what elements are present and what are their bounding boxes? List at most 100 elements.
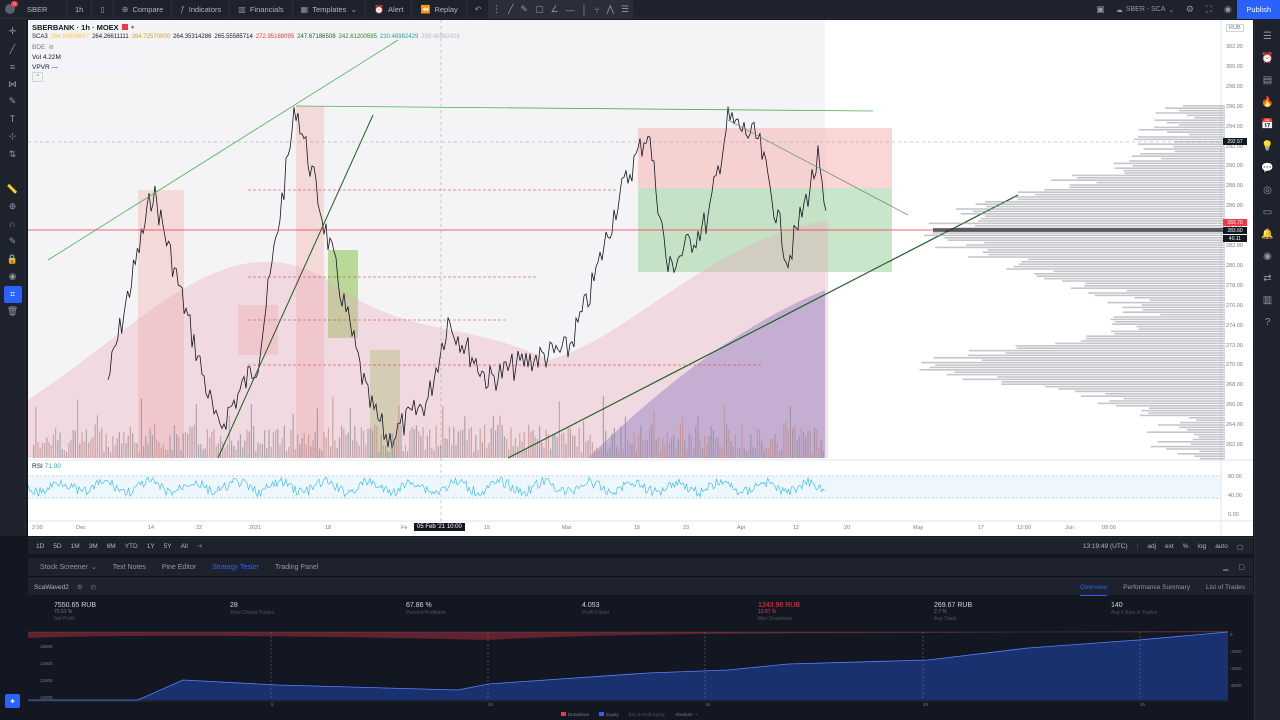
help-icon[interactable]: ? [1258,311,1278,333]
compare-button[interactable]: ⊕ Compare [114,0,173,19]
angle-icon[interactable]: ∠ [550,4,558,15]
eye-icon[interactable]: ◉ [4,268,22,286]
chart-type-button[interactable]: ▯ [92,0,114,19]
collapse-panel-icon[interactable]: ▁ [1223,563,1228,571]
dom-icon[interactable]: ▥ [1258,289,1278,311]
crosshair-tool-icon[interactable]: ✛ [4,23,22,41]
alerts-icon[interactable]: ⏰ [1258,47,1278,69]
tradingview-logo[interactable]: ✦ [5,694,20,708]
auto-toggle[interactable]: auto [1215,543,1228,550]
tab-stock-screener[interactable]: Stock Screener ⌄ [32,558,105,576]
absolute-select[interactable]: Absolute ⌄ [675,711,698,717]
ext-toggle[interactable]: ext [1165,543,1174,550]
data-window-icon[interactable]: ▤ [1258,69,1278,91]
fullscreen-button[interactable]: ⛶ [1199,0,1218,19]
line-tool-icon[interactable]: ╱ [508,4,513,15]
order-panel-icon[interactable]: ⇄ [1258,267,1278,289]
timeframe-5y[interactable]: 5Y [164,543,172,550]
drag-handle-icon[interactable]: ⋮ [492,4,501,15]
symbol-search-button[interactable]: SBER [19,0,67,19]
projection-tool-icon[interactable]: ⊹ [4,128,22,146]
brush-tool-icon[interactable]: ✎ [4,93,22,111]
trash-icon[interactable]: 🗑 [4,303,22,321]
utc-clock[interactable]: 13:19:49 (UTC) [1083,543,1128,550]
indicators-button[interactable]: ƒ Indicators [172,0,231,19]
snapshot-button[interactable]: ◉ [1218,0,1237,19]
equity-legend-item[interactable]: Equity [599,711,619,717]
magnet-tool-icon[interactable]: ∩ [4,216,22,234]
tab-strategy-tester[interactable]: Strategy Tester [204,558,267,576]
drawdown-legend[interactable]: Drawdown [561,711,589,717]
tab-list-of-trades[interactable]: List of Trades [1206,584,1245,591]
log-toggle[interactable]: log [1198,543,1207,550]
vpvr-row[interactable]: VPVR --- [32,62,132,72]
ruler-tool-icon[interactable]: 📏 [4,181,22,199]
equity-chart[interactable] [28,628,1253,720]
object-tree-icon[interactable]: ⌗ [3,285,22,303]
undo-button[interactable]: ↶ [467,0,491,19]
measure-tool-icon[interactable]: ⇅ [4,146,22,164]
lock-drawings-icon[interactable]: ✎ [4,233,22,251]
vertical-line-icon[interactable]: │ [582,5,588,15]
ideas-icon[interactable]: 💡 [1258,135,1278,157]
chat-icon[interactable]: 💬 [1258,157,1278,179]
alert-button[interactable]: ⏰ Alert [366,0,413,19]
pattern-tool-icon[interactable]: ⋈ [4,76,22,94]
fib-tool-icon[interactable]: ≡ [4,58,22,76]
adj-toggle[interactable]: adj [1147,543,1156,550]
interval-button[interactable]: 1h [67,0,93,19]
tab-overview[interactable]: Overview [1080,579,1108,596]
buy-hold-legend[interactable]: Buy & Hold Equity [629,711,665,717]
hide-drawings-icon[interactable]: ☰ [621,4,629,15]
collapse-legend-button[interactable]: ⌃ [32,72,460,82]
radio-icon[interactable]: ◉ [1258,245,1278,267]
trend-line-tool-icon[interactable]: ╱ [4,41,22,59]
templates-button[interactable]: ▦ Templates ⌄ [293,0,367,19]
equity-chart-panel[interactable]: 16000 14000 12000 10000 0 -2000 -4000 -6000 5 10 1… [28,628,1253,720]
timeframe-5d[interactable]: 5D [53,543,61,550]
chart-icon[interactable]: ◴ [91,583,97,591]
calendar-icon[interactable]: 📅 [1258,113,1278,135]
text-tool-icon[interactable]: T [4,111,22,129]
chart-pane[interactable]: SBERBANK · 1h · MOEX ● SCA3 264.99866667… [28,20,1253,536]
zoom-tool-icon[interactable]: ⊕ [4,198,22,216]
tab-pine-editor[interactable]: Pine Editor [154,558,204,576]
timeframe-all[interactable]: All [181,543,188,550]
horizontal-line-icon[interactable]: — [566,5,575,15]
timeframe-6m[interactable]: 6M [107,543,116,550]
settings-icon[interactable]: ⚙ [77,583,83,591]
percent-toggle[interactable]: % [1183,543,1189,550]
sca-indicator-row[interactable]: SCA3 264.99866667 264.26611111 264.7257000… [32,32,460,42]
notifications-icon[interactable]: 🔔 [1258,223,1278,245]
currency-label[interactable]: RUB [1226,24,1244,32]
tab-trading-panel[interactable]: Trading Panel [267,558,326,576]
pitchfork-icon[interactable]: ⑂ [594,5,599,15]
timeframe-1m[interactable]: 1M [71,543,80,550]
tab-performance-summary[interactable]: Performance Summary [1123,584,1190,591]
timeframe-1y[interactable]: 1Y [147,543,155,550]
flag-icon[interactable] [121,24,128,30]
layout-button[interactable]: ▣ [1091,0,1110,19]
brush-icon[interactable]: ✎ [520,4,528,15]
replay-button[interactable]: ⏪ Replay [412,0,467,19]
timeframe-ytd[interactable]: YTD [125,543,138,550]
maximize-panel-icon[interactable]: ▢ [1238,563,1245,571]
goto-date-icon[interactable]: ⇥ [197,542,202,550]
watchlist-icon[interactable]: ☰ [1258,25,1278,47]
tab-text-notes[interactable]: Text Notes [105,558,154,576]
financials-button[interactable]: ▥ Financials [230,0,293,19]
price-chart[interactable] [28,20,1253,536]
maximize-icon[interactable]: ▢ [1237,543,1243,551]
rectangle-icon[interactable]: ▢ [535,4,544,15]
publish-button[interactable]: Publish [1237,0,1280,19]
bde-row[interactable]: BDE ⊘ [32,42,460,52]
eye-off-icon[interactable]: ⊘ [48,43,53,51]
timeframe-3m[interactable]: 3M [89,543,98,550]
rsi-legend[interactable]: RSI 71.00 [32,463,61,470]
streams-icon[interactable]: ◎ [1258,179,1278,201]
strategy-name[interactable]: ScaWaved2 [34,584,69,591]
hotlists-icon[interactable]: 🔥 [1258,91,1278,113]
layout-name-button[interactable]: ☁ SBER - SCA ⌄ [1110,6,1181,14]
lock-icon[interactable]: 🔒 [4,251,22,269]
settings-button[interactable]: ⚙ [1180,0,1199,19]
